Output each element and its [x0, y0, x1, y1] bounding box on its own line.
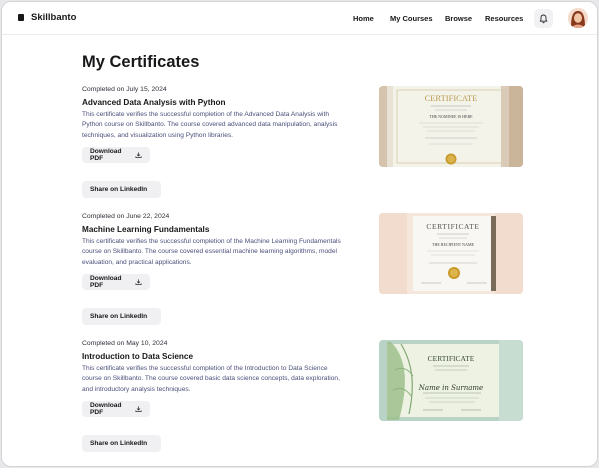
certificate-thumbnail[interactable]: CERTIFICATE THE NOMINEE IS HERE	[379, 86, 523, 167]
logo-mark-icon	[18, 14, 24, 21]
download-pdf-label: Download PDF	[90, 402, 122, 416]
download-icon	[135, 279, 142, 285]
download-pdf-button[interactable]: Download PDF	[82, 147, 150, 163]
download-pdf-button[interactable]: Download PDF	[82, 401, 150, 417]
certificate-heading: CERTIFICATE	[426, 222, 479, 231]
share-linkedin-button[interactable]: Share on LinkedIn	[82, 181, 161, 198]
download-pdf-label: Download PDF	[90, 275, 122, 289]
avatar[interactable]	[568, 8, 588, 28]
certificate-recipient: THE RECIPIENT NAME	[432, 242, 474, 247]
description-line: This certificate verifies the successful…	[82, 238, 341, 245]
certificate-title: Advanced Data Analysis with Python	[82, 98, 226, 107]
share-linkedin-button[interactable]: Share on LinkedIn	[82, 435, 161, 452]
description-line: course on Skillbanto. The course covered…	[82, 248, 337, 256]
certificate-date: Completed on May 10, 2024	[82, 340, 168, 347]
description-line: This certificate verifies the successful…	[82, 365, 328, 372]
top-navigation-bar: Skillbanto Home My Courses Browse Resour…	[2, 2, 597, 35]
download-pdf-label: Download PDF	[90, 148, 122, 162]
certificate-title: Introduction to Data Science	[82, 352, 193, 361]
certificate-description: This certificate verifies the successful…	[82, 364, 370, 395]
user-avatar-icon	[568, 8, 588, 28]
description-line: This certificate verifies the successful…	[82, 111, 330, 118]
bell-icon	[539, 14, 548, 23]
download-icon	[135, 406, 142, 412]
nav-link-my-courses[interactable]: My Courses	[390, 14, 433, 23]
certificate-title: Machine Learning Fundamentals	[82, 225, 210, 234]
description-line: techniques, and visualization using Pyth…	[82, 131, 234, 139]
certificate-description: This certificate verifies the successful…	[82, 110, 370, 141]
app-window: Skillbanto Home My Courses Browse Resour…	[1, 1, 598, 467]
description-line: Python course on Skillbanto. The course …	[82, 121, 338, 129]
download-icon	[135, 152, 142, 158]
certificate-date: Completed on June 22, 2024	[82, 213, 170, 220]
brand[interactable]: Skillbanto	[18, 12, 76, 23]
description-line: and introductory analysis techniques.	[82, 385, 191, 393]
brand-name: Skillbanto	[31, 12, 77, 23]
certificate-description: This certificate verifies the successful…	[82, 237, 370, 268]
description-line: evaluation, and practical applications.	[82, 258, 192, 266]
certificate-thumbnail[interactable]: CERTIFICATE THE RECIPIENT NAME	[379, 213, 523, 294]
certificate-recipient: Name in Surname	[418, 384, 483, 392]
certificate-recipient: THE NOMINEE IS HERE	[429, 114, 473, 119]
page-title: My Certificates	[82, 53, 200, 71]
share-linkedin-button[interactable]: Share on LinkedIn	[82, 308, 161, 325]
nav-link-home[interactable]: Home	[353, 14, 374, 23]
certificate-thumbnail[interactable]: CERTIFICATE Name in Surname	[379, 340, 523, 421]
notifications-button[interactable]	[534, 9, 553, 28]
certificate-date: Completed on July 15, 2024	[82, 86, 167, 93]
certificate-heading: CERTIFICATE	[425, 93, 478, 103]
nav-link-resources[interactable]: Resources	[485, 14, 523, 23]
certificate-heading: CERTIFICATE	[428, 354, 475, 363]
download-pdf-button[interactable]: Download PDF	[82, 274, 150, 290]
nav-link-browse[interactable]: Browse	[445, 14, 472, 23]
description-line: course on Skillbanto. The course covered…	[82, 375, 340, 383]
